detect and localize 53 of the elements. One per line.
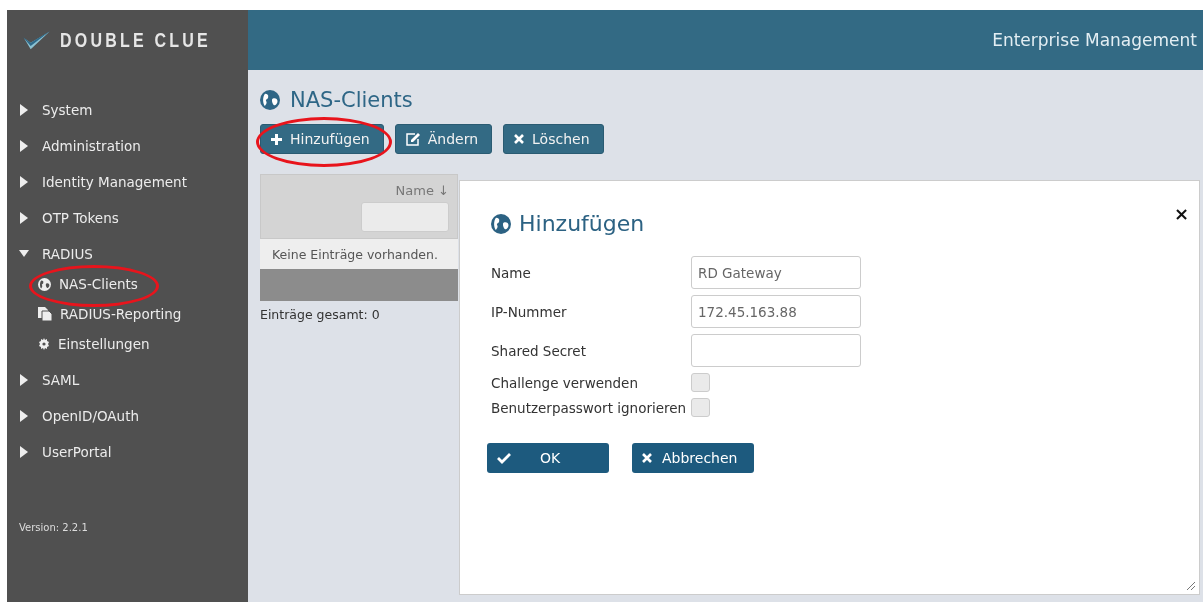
filter-field[interactable] <box>361 202 449 232</box>
dialog-button[interactable]: Abbrechen <box>632 443 754 473</box>
field-label: Name <box>491 264 532 281</box>
document-icon <box>38 307 52 321</box>
globe-icon <box>38 277 51 291</box>
collapsed-caret-icon <box>19 212 29 224</box>
collapsed-caret-icon <box>19 374 29 386</box>
field-label: IP-Nummer <box>491 303 568 320</box>
input-field[interactable] <box>691 334 861 367</box>
sidebar-item[interactable]: OTP Tokens <box>7 200 248 236</box>
field-label: Challenge verwenden <box>491 374 639 391</box>
sidebar-item[interactable]: SAML <box>7 362 248 398</box>
header-title: Enterprise Management <box>992 30 1197 50</box>
gear-icon <box>38 338 50 350</box>
input-field[interactable]: 172.45.163.88 <box>691 295 861 328</box>
close-icon <box>514 134 525 144</box>
sidebar-item[interactable]: Administration <box>7 128 248 164</box>
field-label: Shared Secret <box>491 342 587 359</box>
check-icon <box>497 452 511 464</box>
toolbar-button[interactable]: Ändern <box>394 124 493 154</box>
collapsed-caret-icon <box>19 104 29 116</box>
sidebar-item[interactable]: Identity Management <box>7 164 248 200</box>
total-count: Einträge gesamt: 0 <box>260 307 381 322</box>
checkbox[interactable] <box>691 398 710 417</box>
collapsed-caret-icon <box>19 176 29 188</box>
collapsed-caret-icon <box>19 446 29 458</box>
sidebar-item[interactable]: System <box>7 92 248 128</box>
sidebar-subitem[interactable]: RADIUS-Reporting <box>7 299 248 329</box>
close-icon <box>642 453 652 463</box>
input-field[interactable]: RD Gateway <box>691 256 861 289</box>
logo-text: DOUBLE CLUE <box>59 28 211 52</box>
toolbar-button[interactable]: Hinzufügen <box>260 124 384 154</box>
sidebar-subitem[interactable]: Einstellungen <box>7 329 248 359</box>
sidebar-item[interactable]: RADIUS <box>7 236 248 272</box>
sidebar-item[interactable]: UserPortal <box>7 434 248 470</box>
globe-icon <box>260 90 280 110</box>
plus-icon <box>271 133 282 145</box>
globe-icon <box>491 213 511 234</box>
dialog-title: Hinzufügen <box>519 211 645 236</box>
toolbar-button[interactable]: Löschen <box>503 124 604 154</box>
page-title: NAS-Clients <box>290 88 413 112</box>
collapsed-caret-icon <box>19 410 29 422</box>
sidebar-subitem[interactable]: NAS-Clients <box>7 269 248 299</box>
sidebar-item[interactable]: OpenID/OAuth <box>7 398 248 434</box>
version-text: Version: 2.2.1 <box>18 521 89 533</box>
collapsed-caret-icon <box>19 140 29 152</box>
field-label: Benutzerpasswort ignorieren <box>491 399 688 416</box>
empty-message: Keine Einträge vorhanden. <box>260 239 458 269</box>
edit-icon <box>405 132 420 146</box>
dialog-button[interactable]: OK <box>487 443 609 473</box>
resize-grip-icon[interactable] <box>1187 582 1195 590</box>
close-button[interactable]: × <box>1173 203 1189 224</box>
checkbox[interactable] <box>691 373 710 392</box>
